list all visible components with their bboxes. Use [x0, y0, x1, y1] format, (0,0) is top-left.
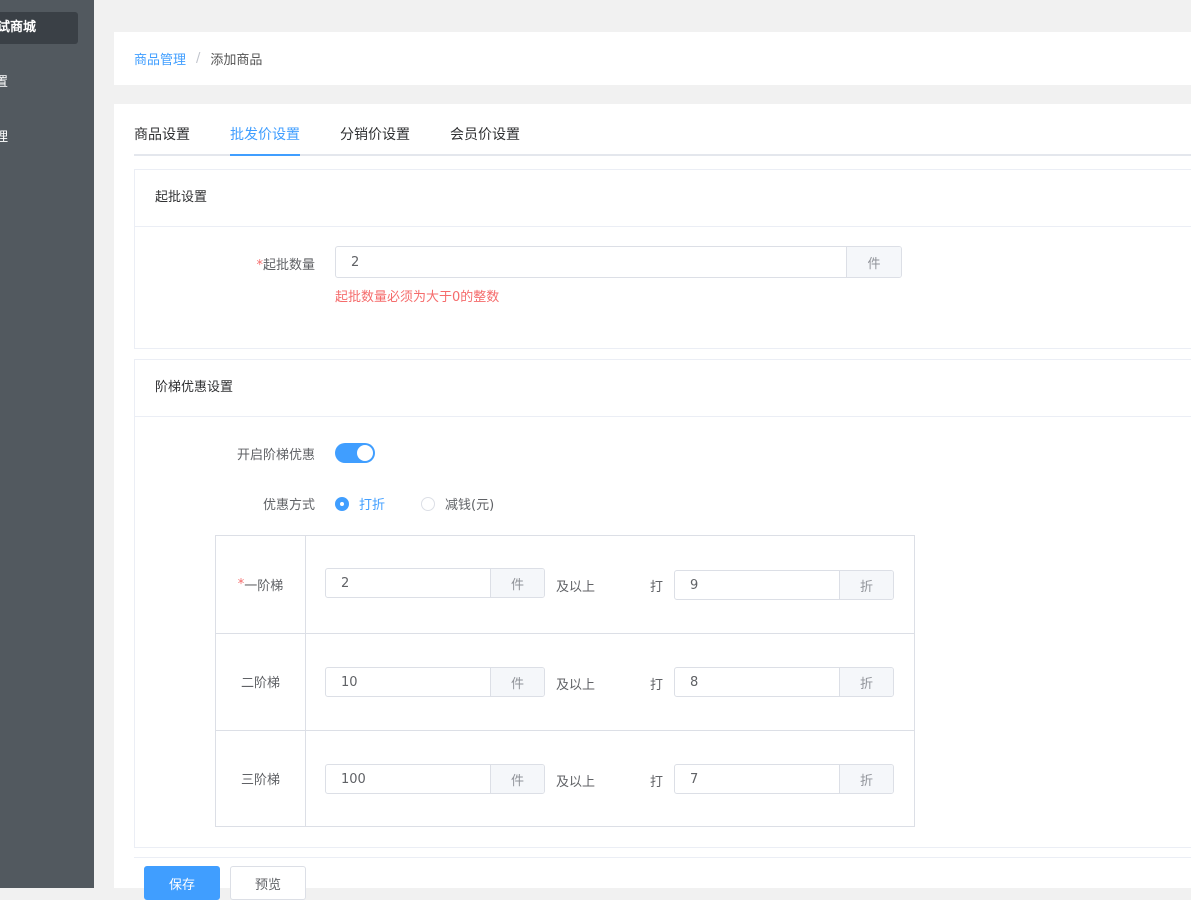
tier-3-above: 及以上	[556, 775, 596, 790]
tier-1-qty-input[interactable]	[326, 569, 490, 597]
sidebar-item-label: 理	[0, 130, 8, 145]
min-batch-input-group: 件	[335, 246, 902, 278]
tab-member-price[interactable]: 会员价设置	[450, 118, 520, 154]
tier-table: *一阶梯 件 及以上 打 折 二阶梯 件 及以上 打 折 三阶梯	[215, 535, 915, 827]
sidebar: 试商城 置 理	[0, 0, 94, 888]
switch-knob	[357, 445, 373, 461]
radio-discount-label: 打折	[359, 498, 386, 513]
tier-row-3: 三阶梯 件 及以上 打 折	[216, 730, 914, 827]
tier-3-qty-group: 件	[325, 764, 545, 794]
sidebar-item-management[interactable]: 理	[0, 128, 8, 148]
tiered-title: 阶梯优惠设置	[135, 360, 1191, 417]
tier-1-discount-prefix: 打	[650, 580, 664, 595]
tier-1-discount-group: 折	[674, 570, 894, 600]
tier-1-discount-input[interactable]	[675, 571, 839, 599]
tier-2-qty-input[interactable]	[326, 668, 490, 696]
tier-2-qty-unit: 件	[490, 668, 544, 696]
tier-2-discount-input[interactable]	[675, 668, 839, 696]
tiered-switch-label: 开启阶梯优惠	[236, 448, 315, 463]
tab-product-settings[interactable]: 商品设置	[134, 118, 190, 154]
min-batch-error: 起批数量必须为大于0的整数	[335, 290, 500, 305]
tier-3-discount-input[interactable]	[675, 765, 839, 793]
footer-divider	[134, 857, 1191, 858]
min-batch-title: 起批设置	[135, 170, 1191, 227]
min-batch-label: *起批数量	[215, 254, 315, 273]
tab-wholesale-price[interactable]: 批发价设置	[230, 118, 300, 156]
tier-3-label-text: 三阶梯	[240, 773, 280, 788]
tab-bar: 商品设置 批发价设置 分销价设置 会员价设置	[134, 118, 1191, 156]
tier-2-above: 及以上	[556, 678, 596, 693]
sidebar-item-label: 置	[0, 75, 8, 90]
tier-2-discount-prefix: 打	[650, 678, 664, 693]
tab-distribution-price[interactable]: 分销价设置	[340, 118, 410, 154]
radio-reduce-circle	[421, 496, 435, 511]
preview-button[interactable]: 预览	[230, 866, 306, 900]
tier-2-discount-group: 折	[674, 667, 894, 697]
tiered-switch[interactable]	[335, 443, 375, 463]
breadcrumb-parent-link[interactable]: 商品管理	[134, 49, 186, 68]
sidebar-shop-label: 试商城	[0, 20, 36, 35]
tier-row-2: 二阶梯 件 及以上 打 折	[216, 633, 914, 731]
tier-3-discount-unit: 折	[839, 765, 893, 793]
sidebar-shop-item[interactable]: 试商城	[0, 12, 78, 44]
tier-1-label: * 一阶梯	[216, 536, 306, 633]
tier-2-discount-unit: 折	[839, 668, 893, 696]
tier-1-qty-unit: 件	[490, 569, 544, 597]
method-label: 优惠方式	[262, 498, 315, 513]
tier-1-discount-unit: 折	[839, 571, 893, 599]
min-batch-input[interactable]	[336, 247, 846, 277]
tier-2-label: 二阶梯	[216, 633, 306, 730]
tier-3-discount-prefix: 打	[650, 775, 664, 790]
radio-discount-circle	[335, 496, 349, 511]
tier-1-qty-group: 件	[325, 568, 545, 598]
tier-3-qty-unit: 件	[490, 765, 544, 793]
tier-3-discount-group: 折	[674, 764, 894, 794]
tier-1-above: 及以上	[556, 580, 596, 595]
radio-reduce-label: 减钱(元)	[445, 498, 495, 513]
save-button[interactable]: 保存	[144, 866, 220, 900]
tier-3-label: 三阶梯	[216, 730, 306, 827]
tier-3-qty-input[interactable]	[326, 765, 490, 793]
tier-2-label-text: 二阶梯	[240, 676, 280, 691]
tier-2-qty-group: 件	[325, 667, 545, 697]
breadcrumb-separator: /	[196, 51, 201, 66]
min-batch-label-text: 起批数量	[262, 258, 315, 273]
min-batch-unit: 件	[846, 247, 901, 277]
breadcrumb-current: 添加商品	[210, 53, 263, 68]
radio-reduce[interactable]: 减钱(元)	[421, 494, 494, 513]
tier-row-1: *一阶梯 件 及以上 打 折	[216, 536, 914, 634]
tier-1-label-text: 一阶梯	[244, 579, 284, 594]
sidebar-item-settings[interactable]: 置	[0, 73, 8, 93]
breadcrumb: 商品管理 / 添加商品	[114, 32, 1191, 85]
radio-discount[interactable]: 打折	[335, 494, 385, 513]
